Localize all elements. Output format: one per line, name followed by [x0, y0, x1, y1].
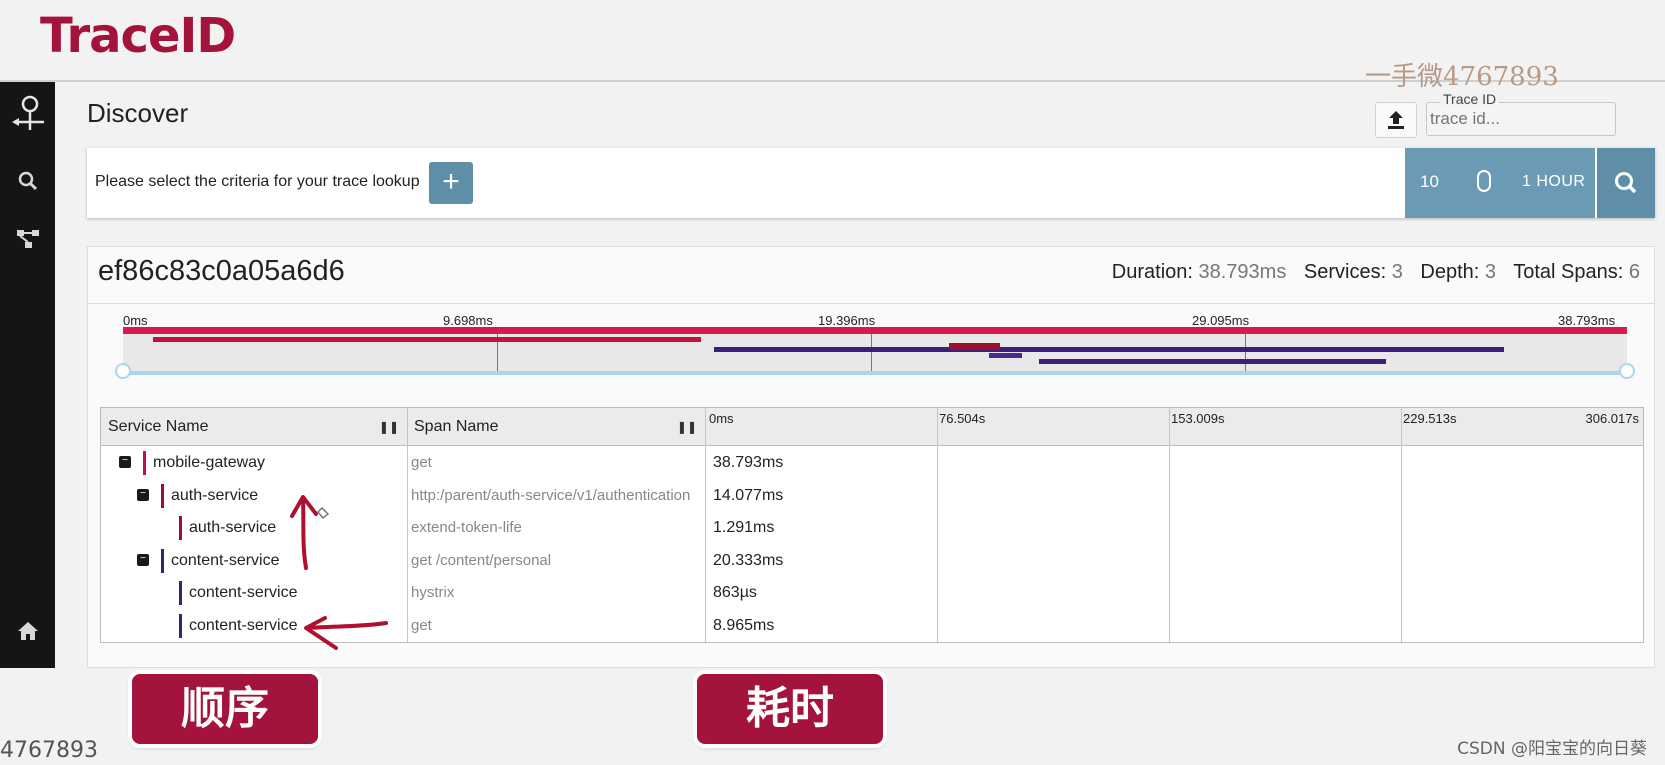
- collapse-toggle-icon[interactable]: −: [137, 553, 149, 566]
- zipkin-logo-icon[interactable]: [0, 94, 55, 139]
- service-name: mobile-gateway: [153, 454, 266, 471]
- minimap-tick-label: 19.396ms: [818, 313, 876, 328]
- minimap-span-bar: [1038, 359, 1387, 364]
- minimap-gridline: [1245, 331, 1246, 373]
- column-header-span-label: Span Name: [414, 418, 499, 435]
- depth-value: 3: [1484, 261, 1497, 283]
- lookback-select[interactable]: 1 HOUR: [1522, 173, 1585, 191]
- minimap-range-start-handle[interactable]: [115, 363, 131, 379]
- minimap-span-bar: [989, 353, 1023, 358]
- panel-divider: [88, 303, 1654, 304]
- minimap-span-bar: [714, 347, 1504, 352]
- table-row[interactable]: − mobile-gateway get 38.793ms: [101, 446, 1643, 478]
- timeline-tick-label: 76.504s: [939, 411, 986, 426]
- span-name: get: [411, 616, 432, 634]
- minimap-tick-label: 9.698ms: [443, 313, 493, 328]
- services-label: Services:: [1303, 261, 1387, 283]
- span-name: http:/parent/auth-service/v1/authenticat…: [411, 486, 691, 504]
- service-color-marker: [179, 581, 182, 605]
- duration-annotation-label: 耗时: [697, 674, 883, 744]
- service-name: auth-service: [189, 519, 277, 536]
- table-row[interactable]: content-service hystrix 863µs: [101, 576, 1643, 608]
- limit-input[interactable]: 10: [1420, 172, 1439, 192]
- span-name: get: [411, 454, 432, 471]
- minimap-tick-label: 29.095ms: [1192, 313, 1250, 328]
- table-row[interactable]: auth-service extend-token-life 1.291ms: [101, 511, 1643, 543]
- trace-minimap[interactable]: [123, 327, 1627, 373]
- service-name: content-service: [189, 584, 298, 601]
- service-name: auth-service: [171, 486, 259, 504]
- limit-spinner-icon[interactable]: [1477, 170, 1491, 192]
- order-annotation-label: 顺序: [132, 674, 318, 744]
- sidebar: [0, 82, 55, 668]
- span-name: get /content/personal: [411, 551, 552, 569]
- minimap-range-track[interactable]: [123, 371, 1627, 375]
- timeline-header: 0ms 76.504s 153.009s 229.513s 306.017s: [705, 408, 1643, 446]
- minimap-span-bar: [153, 337, 701, 342]
- trace-id-heading: ef86c83c0a05a6d6: [98, 255, 345, 287]
- dependencies-icon[interactable]: [0, 228, 55, 255]
- service-color-marker: [179, 516, 182, 540]
- collapse-toggle-icon[interactable]: −: [119, 456, 131, 468]
- span-duration: 1.291ms: [713, 519, 775, 536]
- span-duration: 38.793ms: [713, 454, 784, 471]
- home-icon[interactable]: [0, 620, 55, 647]
- search-icon: [1615, 172, 1637, 194]
- table-row[interactable]: − content-service get /content/personal 20.…: [101, 544, 1643, 576]
- timeline-tick-label: 306.017s: [1585, 411, 1640, 426]
- criteria-prompt: Please select the criteria for your trac…: [95, 173, 420, 190]
- span-duration: 14.077ms: [713, 486, 784, 504]
- span-name: extend-token-life: [411, 519, 522, 536]
- watermark-text: 4767893: [0, 738, 98, 763]
- column-header-service-label: Service Name: [108, 418, 209, 435]
- service-name: content-service: [171, 551, 280, 569]
- minimap-span-bar: [948, 343, 1000, 350]
- watermark-text: 一手微4767893: [1365, 62, 1559, 92]
- trace-panel: ef86c83c0a05a6d6 Duration: 38.793ms Serv…: [87, 246, 1655, 668]
- service-color-marker: [161, 483, 164, 508]
- minimap-tick-label: 38.793ms: [1558, 313, 1616, 328]
- add-criteria-button[interactable]: +: [429, 162, 473, 204]
- timeline-tick-label: 229.513s: [1403, 411, 1457, 426]
- search-icon[interactable]: [0, 170, 55, 197]
- service-name: content-service: [189, 616, 298, 634]
- span-duration: 20.333ms: [713, 551, 784, 569]
- minimap-span-bar: [123, 327, 1627, 334]
- services-value: 3: [1391, 261, 1403, 283]
- trace-summary: Duration: 38.793ms Services: 3 Depth: 3 …: [1112, 261, 1640, 284]
- span-table: Service Name ❚❚ Span Name ❚❚ 0ms 76.504s…: [100, 407, 1644, 643]
- column-header-service[interactable]: Service Name ❚❚: [101, 408, 407, 446]
- minimap-tick-label: 0ms: [123, 313, 148, 328]
- search-button[interactable]: [1597, 148, 1655, 218]
- discover-heading: Discover: [87, 98, 189, 128]
- column-resize-icon[interactable]: ❚❚: [677, 420, 697, 434]
- service-color-marker: [179, 613, 182, 638]
- search-criteria-bar: Please select the criteria for your trac…: [87, 148, 1655, 218]
- limit-and-lookback: 10 1 HOUR: [1405, 148, 1595, 218]
- span-duration: 863µs: [713, 584, 757, 601]
- column-resize-icon[interactable]: ❚❚: [379, 420, 399, 434]
- total-spans-label: Total Spans:: [1513, 261, 1624, 283]
- upload-icon: [1388, 111, 1404, 129]
- minimap-gridline: [871, 331, 872, 373]
- minimap-range-end-handle[interactable]: [1619, 363, 1635, 379]
- collapse-toggle-icon[interactable]: −: [137, 488, 149, 501]
- timeline-tick-label: 153.009s: [1171, 411, 1225, 426]
- duration-value: 38.793ms: [1198, 261, 1287, 283]
- table-row[interactable]: content-service get 8.965ms: [101, 609, 1643, 641]
- trace-id-input[interactable]: [1428, 104, 1614, 134]
- timeline-tick-label: 0ms: [709, 411, 734, 426]
- duration-label: Duration:: [1111, 261, 1193, 283]
- page-title: TraceID: [40, 8, 236, 64]
- table-row[interactable]: − auth-service http:/parent/auth-service/v…: [101, 479, 1643, 511]
- service-color-marker: [161, 548, 164, 573]
- depth-label: Depth:: [1420, 261, 1480, 283]
- span-duration: 8.965ms: [713, 616, 775, 634]
- credit-text: CSDN @阳宝宝的向日葵: [1457, 739, 1647, 759]
- service-color-marker: [143, 451, 146, 475]
- total-spans-value: 6: [1628, 261, 1640, 283]
- column-header-span[interactable]: Span Name ❚❚: [407, 408, 705, 446]
- span-name: hystrix: [411, 584, 455, 601]
- upload-button[interactable]: [1375, 102, 1417, 138]
